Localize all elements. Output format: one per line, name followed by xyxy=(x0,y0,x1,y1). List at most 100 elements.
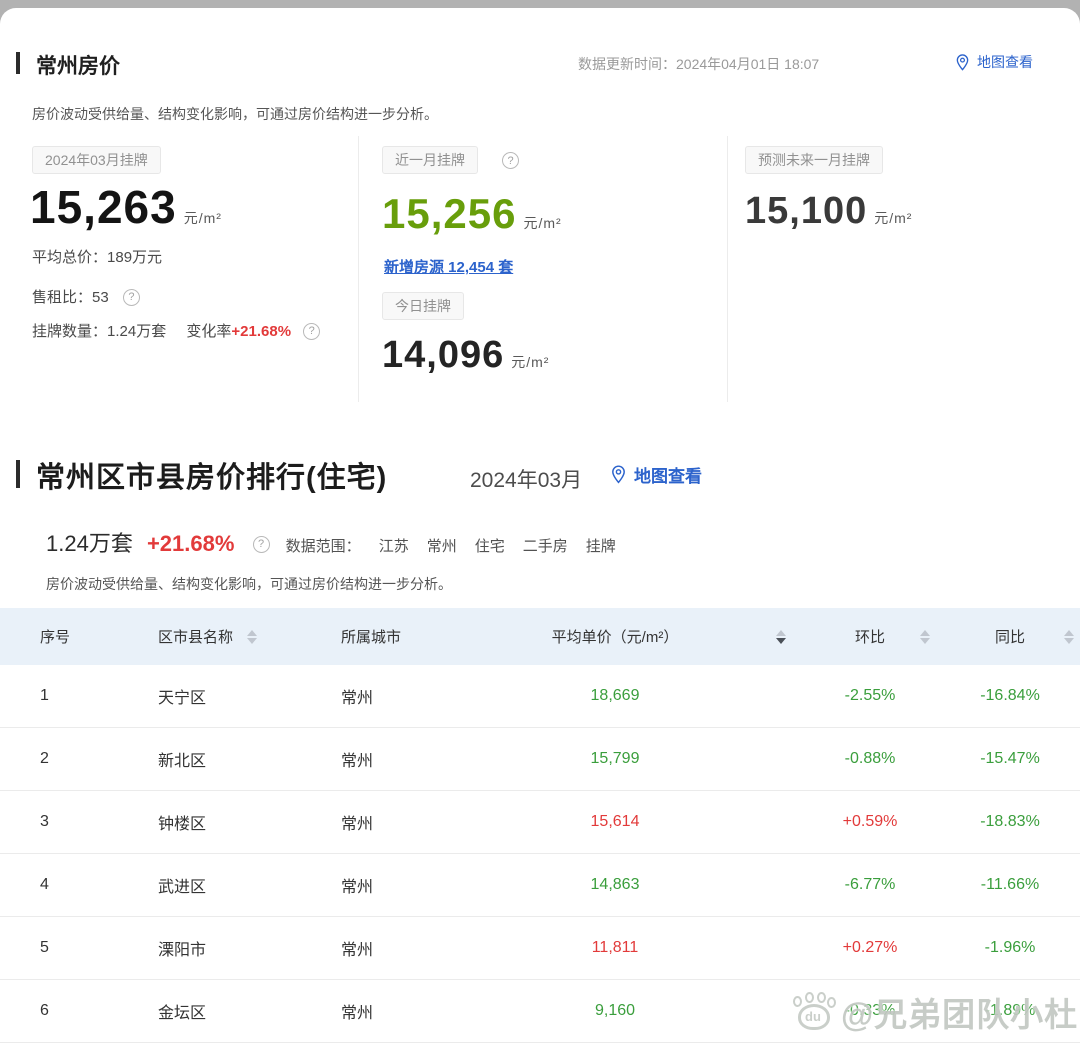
table-cell: +0.27% xyxy=(800,939,940,957)
count-change-line: 1.24万套 +21.68% ? 数据范围：江苏常州住宅二手房挂牌 xyxy=(46,526,616,558)
table-cell: 常州 xyxy=(300,684,430,708)
page: 常州房价 数据更新时间：2024年04月01日 18:07 地图查看 房价波动受… xyxy=(0,0,1080,1048)
today-price: 14,096元/m² xyxy=(382,334,549,377)
table-cell: 常州 xyxy=(300,873,430,897)
header-district[interactable]: 区市县名称 xyxy=(120,608,300,665)
help-icon[interactable]: ? xyxy=(303,323,320,340)
recent-price: 15,256元/m² xyxy=(382,190,562,238)
change-percent: +21.68% xyxy=(147,531,234,556)
table-row[interactable]: 3钟楼区常州15,614+0.59%-18.83% xyxy=(0,791,1080,854)
map-pin-icon xyxy=(608,464,629,485)
title-marker xyxy=(16,460,20,488)
data-scope: 数据范围：江苏常州住宅二手房挂牌 xyxy=(286,538,616,555)
help-icon[interactable]: ? xyxy=(253,536,270,553)
table-row[interactable]: 6金坛区常州9,160-0.33%-1.89% xyxy=(0,980,1080,1043)
table-cell: -0.33% xyxy=(800,1002,940,1020)
change-rate-value: +21.68% xyxy=(231,323,291,340)
table-cell: 常州 xyxy=(300,747,430,771)
section1-subtitle: 房价波动受供给量、结构变化影响，可通过房价结构进一步分析。 xyxy=(32,104,438,124)
table-cell: 3 xyxy=(0,813,120,831)
header-price[interactable]: 平均单价（元/m²） xyxy=(430,608,800,665)
table-cell: -2.55% xyxy=(800,687,940,705)
section2-subtitle: 房价波动受供给量、结构变化影响，可通过房价结构进一步分析。 xyxy=(46,574,452,594)
table-cell: -6.77% xyxy=(800,876,940,894)
table-cell: 常州 xyxy=(300,810,430,834)
table-row[interactable]: 5溧阳市常州11,811+0.27%-1.96% xyxy=(0,917,1080,980)
table-header-row: 序号 区市县名称 所属城市 平均单价（元/m²） 环比 同比 xyxy=(0,608,1080,665)
header-mom[interactable]: 环比 xyxy=(800,608,940,665)
table-cell: -1.89% xyxy=(940,1002,1080,1020)
help-icon[interactable]: ? xyxy=(502,152,519,169)
table-cell: 钟楼区 xyxy=(120,810,300,834)
table-cell: 1 xyxy=(0,687,120,705)
scope-item: 常州 xyxy=(427,538,457,555)
month-price: 15,263元/m² xyxy=(30,180,222,234)
scope-item: 江苏 xyxy=(379,538,409,555)
table-cell: 9,160 xyxy=(430,1002,800,1020)
price-unit: 元/m² xyxy=(511,354,549,370)
table-cell: -0.88% xyxy=(800,750,940,768)
avg-total-price: 平均总价：189万元 xyxy=(32,246,162,267)
forecast-price: 15,100元/m² xyxy=(745,190,912,233)
sort-icon-active-desc[interactable] xyxy=(776,630,786,644)
table-cell: 4 xyxy=(0,876,120,894)
table-cell: +0.59% xyxy=(800,813,940,831)
table-cell: 5 xyxy=(0,939,120,957)
table-row[interactable]: 4武进区常州14,863-6.77%-11.66% xyxy=(0,854,1080,917)
table-cell: 18,669 xyxy=(430,687,800,705)
price-unit: 元/m² xyxy=(523,215,561,231)
update-time: 数据更新时间：2024年04月01日 18:07 xyxy=(578,54,819,74)
sort-icon[interactable] xyxy=(1064,630,1074,644)
table-cell: 15,799 xyxy=(430,750,800,768)
sale-rent-ratio: 售租比：53 ? xyxy=(32,286,140,307)
divider xyxy=(727,136,728,402)
help-icon[interactable]: ? xyxy=(123,289,140,306)
table-body: 1天宁区常州18,669-2.55%-16.84%2新北区常州15,799-0.… xyxy=(0,665,1080,1043)
table-cell: 14,863 xyxy=(430,876,800,894)
table-cell: 6 xyxy=(0,1002,120,1020)
table-cell: -11.66% xyxy=(940,876,1080,894)
header-yoy[interactable]: 同比 xyxy=(940,608,1080,665)
scope-item: 挂牌 xyxy=(586,538,616,555)
table-cell: 2 xyxy=(0,750,120,768)
ranking-period: 2024年03月 xyxy=(470,464,582,494)
table-cell: 金坛区 xyxy=(120,999,300,1023)
listing-count-line: 挂牌数量：1.24万套 变化率+21.68% ? xyxy=(32,320,320,341)
table-cell: 常州 xyxy=(300,936,430,960)
table-cell: -16.84% xyxy=(940,687,1080,705)
table-cell: 15,614 xyxy=(430,813,800,831)
table-cell: 常州 xyxy=(300,999,430,1023)
table-cell: 11,811 xyxy=(430,939,800,957)
today-listing-badge: 今日挂牌 xyxy=(382,292,464,320)
table-row[interactable]: 1天宁区常州18,669-2.55%-16.84% xyxy=(0,665,1080,728)
ranking-title: 常州区市县房价排行(住宅) xyxy=(36,454,387,496)
forecast-badge: 预测未来一月挂牌 xyxy=(745,146,883,174)
map-pin-icon xyxy=(953,53,972,72)
table-cell: 武进区 xyxy=(120,873,300,897)
table-cell: -15.47% xyxy=(940,750,1080,768)
content-card: 常州房价 数据更新时间：2024年04月01日 18:07 地图查看 房价波动受… xyxy=(0,8,1080,1048)
sort-icon[interactable] xyxy=(920,630,930,644)
table-cell: 天宁区 xyxy=(120,684,300,708)
table-row[interactable]: 2新北区常州15,799-0.88%-15.47% xyxy=(0,728,1080,791)
map-view-link[interactable]: 地图查看 xyxy=(953,52,1033,72)
scope-item: 住宅 xyxy=(475,538,505,555)
table-cell: -1.96% xyxy=(940,939,1080,957)
price-unit: 元/m² xyxy=(874,210,912,226)
table-cell: -18.83% xyxy=(940,813,1080,831)
scope-item: 二手房 xyxy=(523,538,568,555)
recent-month-badge: 近一月挂牌 xyxy=(382,146,478,174)
map-view-link[interactable]: 地图查看 xyxy=(608,462,702,487)
sort-icon[interactable] xyxy=(247,630,257,644)
month-listing-badge: 2024年03月挂牌 xyxy=(32,146,161,174)
header-index: 序号 xyxy=(0,608,120,665)
title-marker xyxy=(16,52,20,74)
header-city: 所属城市 xyxy=(300,608,430,665)
page-title: 常州房价 xyxy=(36,50,120,80)
price-unit: 元/m² xyxy=(184,210,222,226)
ranking-table: 序号 区市县名称 所属城市 平均单价（元/m²） 环比 同比 xyxy=(0,608,1080,1043)
new-listings-link[interactable]: 新增房源 12,454 套 xyxy=(384,256,513,277)
divider xyxy=(358,136,359,402)
table-cell: 新北区 xyxy=(120,747,300,771)
table-cell: 溧阳市 xyxy=(120,936,300,960)
